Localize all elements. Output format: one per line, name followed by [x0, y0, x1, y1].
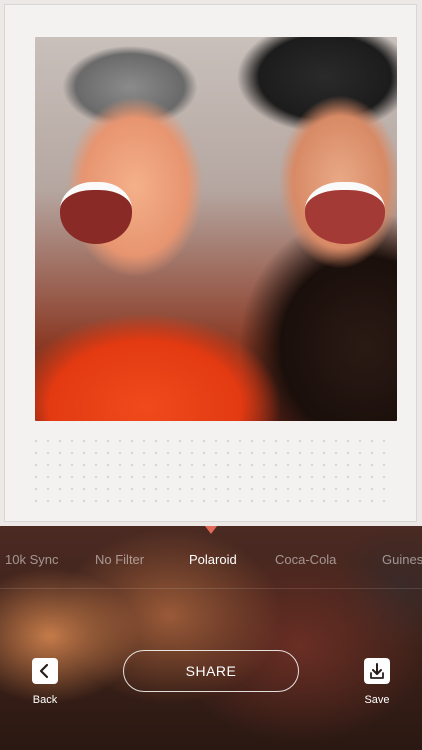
share-button[interactable]: SHARE	[123, 650, 299, 692]
back-label[interactable]: Back	[15, 694, 75, 706]
filter-no-filter[interactable]: No Filter	[95, 552, 144, 567]
back-button[interactable]	[32, 658, 58, 684]
preview-area	[0, 0, 422, 526]
download-icon	[370, 663, 384, 679]
filter-carousel[interactable]: 10k Sync No Filter Polaroid Coca-Cola Gu…	[0, 526, 422, 588]
chevron-left-icon	[39, 663, 49, 679]
save-label[interactable]: Save	[347, 694, 407, 706]
photo	[35, 37, 397, 421]
polaroid-caption-area	[30, 435, 392, 505]
divider	[0, 588, 422, 589]
photo-detail-right	[305, 182, 385, 244]
filter-10k-sync[interactable]: 10k Sync	[5, 552, 58, 567]
photo-detail-left	[60, 182, 132, 244]
filter-guiness[interactable]: Guiness	[382, 552, 422, 567]
save-button[interactable]	[364, 658, 390, 684]
filter-polaroid[interactable]: Polaroid	[189, 552, 237, 567]
toolbar: 10k Sync No Filter Polaroid Coca-Cola Gu…	[0, 526, 422, 750]
polaroid-frame	[4, 4, 417, 522]
filter-coca-cola[interactable]: Coca-Cola	[275, 552, 336, 567]
